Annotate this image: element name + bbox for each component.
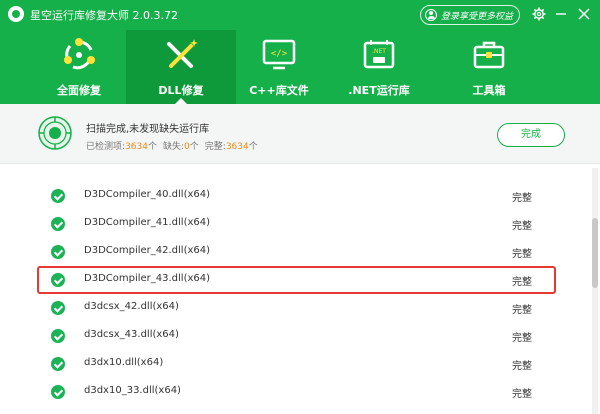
file-name: d3dx10.dll(x64) <box>84 357 164 368</box>
list-item[interactable]: D3DCompiler_42.dll(x64) 完整 <box>0 238 590 266</box>
tab-label: 全面修复 <box>57 84 101 97</box>
toolbox-icon <box>473 41 505 69</box>
app-title: 星空运行库修复大师 2.0.3.72 <box>30 9 178 22</box>
file-status: 完整 <box>512 389 532 400</box>
check-circle-icon <box>51 385 65 399</box>
tab-label: C++库文件 <box>249 84 309 97</box>
file-status: 完整 <box>512 221 532 232</box>
scan-counts: 已检测项:3634个 缺失:0个 完整:3634个 <box>86 139 258 152</box>
close-icon[interactable] <box>575 5 593 23</box>
check-circle-icon <box>51 189 65 203</box>
tab-label: 工具箱 <box>472 84 506 97</box>
list-item[interactable]: d3dcsx_42.dll(x64) 完整 <box>0 294 590 322</box>
tab-cpp-library[interactable]: </> C++库文件 <box>224 30 334 104</box>
file-name: d3dx10_33.dll(x64) <box>84 385 181 396</box>
file-name: D3DCompiler_42.dll(x64) <box>84 245 211 256</box>
check-circle-icon <box>51 357 65 371</box>
check-circle-icon <box>51 329 65 343</box>
file-name: D3DCompiler_41.dll(x64) <box>84 217 211 228</box>
tab-label: DLL修复 <box>158 84 204 97</box>
list-item[interactable]: d3dx10.dll(x64) 完整 <box>0 350 590 378</box>
complete-label: 完整: <box>204 142 226 152</box>
list-scrollbar[interactable] <box>592 168 598 414</box>
highlight-box <box>37 266 556 294</box>
dotnet-runtime-icon: .NET <box>363 40 395 69</box>
file-status: 完整 <box>512 193 532 204</box>
file-status: 完整 <box>512 305 532 316</box>
list-item[interactable]: D3DCompiler_41.dll(x64) 完整 <box>0 210 590 238</box>
login-label: 登录享受更多权益 <box>441 11 514 22</box>
complete-count: 3634 <box>225 142 249 152</box>
file-status: 完整 <box>512 333 532 344</box>
file-status: 完整 <box>512 249 532 260</box>
cpp-library-icon: </> <box>262 39 296 70</box>
tab-dll-repair[interactable]: DLL修复 <box>126 30 236 104</box>
list-item[interactable]: d3dcsx_43.dll(x64) 完整 <box>0 322 590 350</box>
minimize-icon[interactable] <box>552 5 570 23</box>
scan-status-title: 扫描完成,未发现缺失运行库 <box>86 124 210 135</box>
complete-unit: 个 <box>248 142 258 152</box>
check-circle-icon <box>51 245 65 259</box>
detected-count: 3634 <box>125 142 148 152</box>
check-circle-icon <box>51 301 65 315</box>
done-button[interactable]: 完成 <box>497 123 565 147</box>
file-name: d3dcsx_42.dll(x64) <box>84 301 179 312</box>
app-header: 星空运行库修复大师 2.0.3.72 登录享受更多权益 全面修复 DLL修复 <… <box>0 0 600 104</box>
check-circle-icon <box>51 217 65 231</box>
detected-unit: 个 <box>147 142 157 152</box>
svg-text:.NET: .NET <box>372 48 386 55</box>
tab-toolbox[interactable]: 工具箱 <box>434 30 544 104</box>
file-name: d3dcsx_43.dll(x64) <box>84 329 179 340</box>
file-status: 完整 <box>512 361 532 372</box>
tab-full-repair[interactable]: 全面修复 <box>24 30 134 104</box>
tab-label: .NET运行库 <box>348 84 410 97</box>
user-icon <box>425 9 437 21</box>
full-repair-icon <box>64 38 95 70</box>
tab-dotnet-runtime[interactable]: .NET .NET运行库 <box>324 30 434 104</box>
scan-complete-icon <box>38 116 72 150</box>
app-logo-icon <box>8 6 24 22</box>
file-name: D3DCompiler_40.dll(x64) <box>84 189 211 200</box>
missing-label: 缺失: <box>162 142 185 152</box>
missing-unit: 个 <box>189 142 199 152</box>
svg-text:</>: </> <box>271 49 288 59</box>
list-item[interactable]: d3dx10_33.dll(x64) 完整 <box>0 378 590 406</box>
list-item[interactable]: D3DCompiler_40.dll(x64) 完整 <box>0 182 590 210</box>
scrollbar-thumb[interactable] <box>592 218 598 288</box>
detected-label: 已检测项: <box>86 142 126 152</box>
main-nav: 全面修复 DLL修复 </> C++库文件 .NET .NET运行库 工具箱 <box>0 30 600 104</box>
dll-repair-icon <box>167 39 198 68</box>
gear-icon[interactable] <box>530 5 548 23</box>
title-bar: 星空运行库修复大师 2.0.3.72 登录享受更多权益 <box>0 0 600 30</box>
login-button[interactable]: 登录享受更多权益 <box>420 5 520 25</box>
